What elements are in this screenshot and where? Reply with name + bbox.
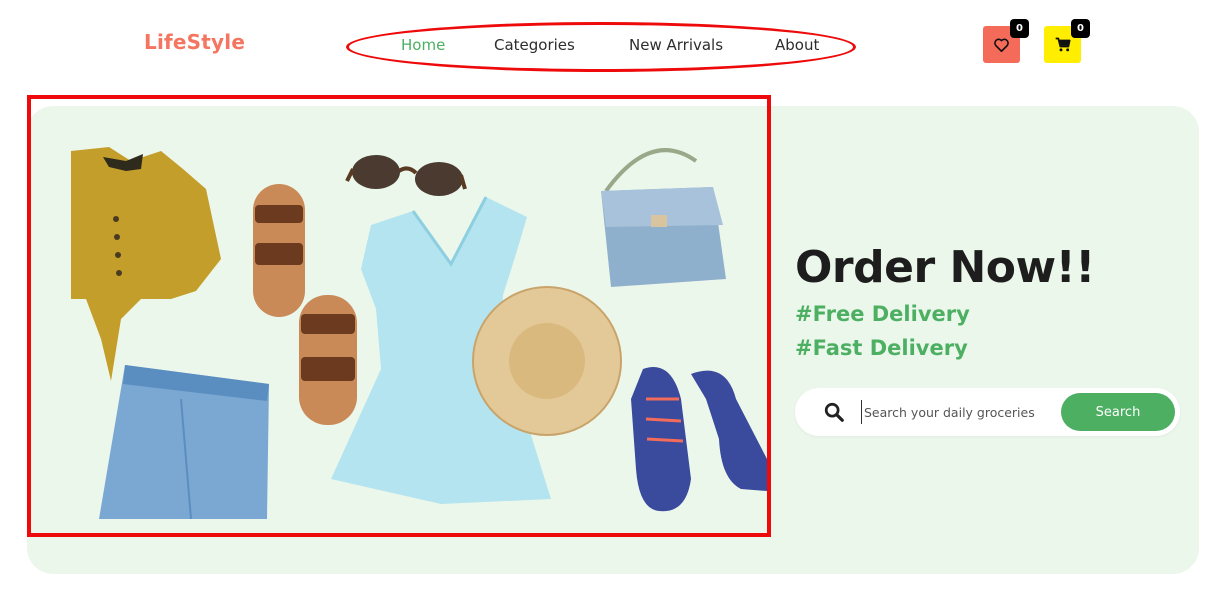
nav-home[interactable]: Home xyxy=(401,36,445,54)
search-bar: Search xyxy=(795,388,1180,436)
wishlist-count-badge: 0 xyxy=(1010,19,1029,38)
search-icon xyxy=(824,402,844,422)
nav-new-arrivals[interactable]: New Arrivals xyxy=(629,36,723,54)
free-delivery-tag: #Free Delivery xyxy=(795,302,970,326)
cart-button[interactable]: 0 xyxy=(1044,19,1090,63)
page: LifeStyle Home Categories New Arrivals A… xyxy=(0,0,1226,592)
hero-title: Order Now!! xyxy=(795,242,1095,293)
cart-icon xyxy=(1055,37,1071,52)
search-button[interactable]: Search xyxy=(1061,393,1175,431)
search-input[interactable] xyxy=(861,400,1051,424)
nav-categories[interactable]: Categories xyxy=(494,36,575,54)
cart-count-badge: 0 xyxy=(1071,19,1090,38)
logo[interactable]: LifeStyle xyxy=(144,30,245,54)
heart-icon xyxy=(994,38,1009,52)
main-nav: Home Categories New Arrivals About xyxy=(346,22,856,72)
nav-about[interactable]: About xyxy=(775,36,819,54)
wishlist-button[interactable]: 0 xyxy=(983,19,1029,63)
fast-delivery-tag: #Fast Delivery xyxy=(795,336,968,360)
hero-image-highlight-frame xyxy=(27,95,771,537)
